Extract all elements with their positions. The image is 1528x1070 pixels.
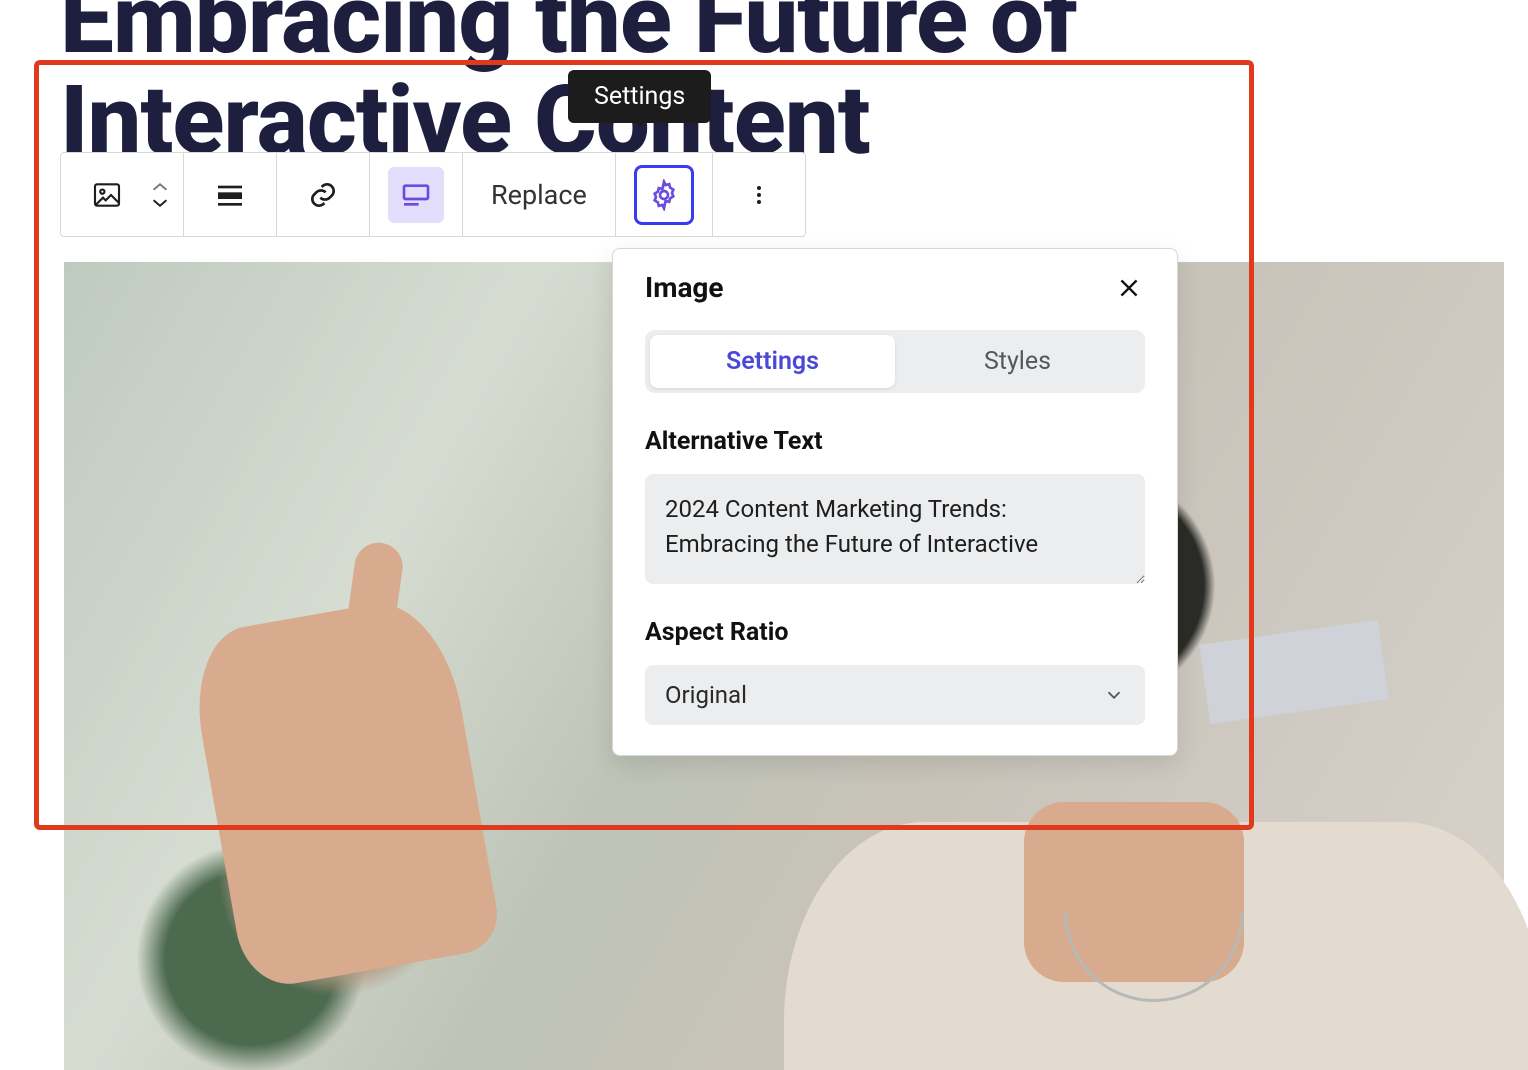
replace-button[interactable]: Replace xyxy=(463,153,616,236)
more-button[interactable] xyxy=(731,167,787,223)
aspect-ratio-value: Original xyxy=(665,681,747,709)
tabs: Settings Styles xyxy=(645,330,1145,393)
align-button[interactable] xyxy=(202,167,258,223)
move-down-icon[interactable] xyxy=(149,195,171,211)
move-up-icon[interactable] xyxy=(149,179,171,195)
settings-button[interactable] xyxy=(634,165,694,225)
link-button[interactable] xyxy=(295,167,351,223)
tab-settings[interactable]: Settings xyxy=(650,335,895,388)
chevron-down-icon xyxy=(1103,684,1125,706)
caption-button[interactable] xyxy=(388,167,444,223)
close-button[interactable] xyxy=(1113,272,1145,304)
tooltip-settings: Settings xyxy=(568,70,711,123)
image-settings-popover: Image Settings Styles Alternative Text A… xyxy=(612,248,1178,756)
tab-styles[interactable]: Styles xyxy=(895,335,1140,388)
aspect-ratio-label: Aspect Ratio xyxy=(645,618,1145,647)
alt-text-label: Alternative Text xyxy=(645,427,1145,456)
image-icon[interactable] xyxy=(79,167,135,223)
page-title: Embracing the Future of Interactive Cont… xyxy=(60,0,1508,172)
popover-title: Image xyxy=(645,271,724,304)
move-handles xyxy=(149,179,171,211)
block-toolbar: Replace xyxy=(60,152,806,237)
alt-text-input[interactable] xyxy=(645,474,1145,584)
aspect-ratio-select[interactable]: Original xyxy=(645,665,1145,725)
